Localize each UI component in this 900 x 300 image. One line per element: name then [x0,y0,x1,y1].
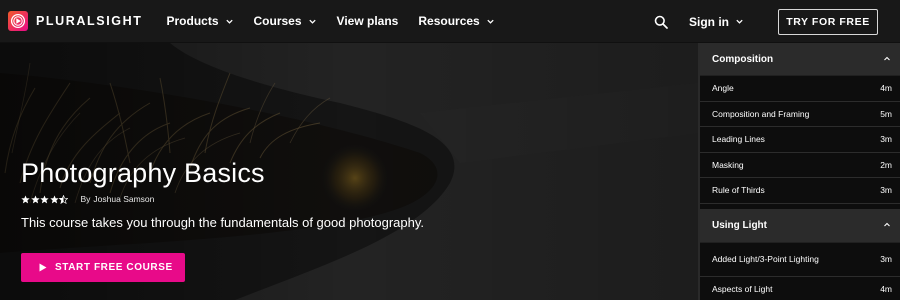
try-for-free-button[interactable]: TRY FOR FREE [778,8,878,35]
pluralsight-logo[interactable]: PLURALSIGHT [8,0,143,43]
section-title: Using Light [712,219,767,231]
clip-title: Angle [712,83,734,94]
course-description: This course takes you through the fundam… [21,215,425,230]
clip-duration: 2m [880,159,892,170]
author-name: Joshua Samson [93,194,155,204]
section-title: Composition [712,53,774,65]
clip-title: Leading Lines [712,134,765,145]
course-author[interactable]: By Joshua Samson [81,194,155,204]
course-meta: By Joshua Samson [21,192,424,206]
clip-duration: 3m [880,254,892,264]
author-prefix: By [80,194,91,204]
nav-item-view-plans[interactable]: View plans [337,6,399,36]
course-info: Photography Basics By Joshua Samson This … [21,157,424,232]
clip-duration: 4m [880,83,892,94]
nav-item-label: Courses [253,14,302,28]
clip-item[interactable]: Leading Lines 3m [700,127,900,153]
star-icon [21,194,30,203]
clip-title: Aspects of Light [712,284,773,294]
course-title: Photography Basics [21,158,265,188]
pluralsight-logo-icon [8,11,28,31]
star-icon [30,194,40,203]
chevron-down-icon [308,19,316,24]
clip-item[interactable]: Composition and Framing 5m [700,101,900,127]
nav-item-products[interactable]: Products [167,6,234,36]
rating-stars [21,194,69,204]
nav-item-label: Products [166,14,219,28]
clip-item[interactable]: Masking 2m [700,152,900,178]
nav-item-label: Resources [418,14,480,28]
star-half-icon [59,194,68,204]
clip-title: Masking [712,159,744,170]
star-icon [40,194,49,203]
search-button[interactable] [651,12,671,32]
clip-item[interactable]: Aspects of Light 4m [700,276,900,300]
chevron-down-icon [487,19,494,24]
nav-item-resources[interactable]: Resources [418,6,494,36]
clip-duration: 3m [880,185,892,196]
brand-name: PLURALSIGHT [36,14,143,28]
nav-links: Products Courses View plans Resources [167,0,515,43]
chevron-down-icon [225,19,233,24]
nav-item-label: View plans [336,14,399,28]
clip-item[interactable]: Added Light/3-Point Lighting 3m [700,242,900,277]
play-icon [39,263,47,272]
chevron-up-icon [884,222,890,227]
search-icon [654,15,668,29]
clip-duration: 4m [880,284,892,294]
sign-in-label: Sign in [689,14,729,29]
clip-title: Added Light/3-Point Lighting [712,254,819,264]
chevron-up-icon [884,56,890,61]
course-contents-sidebar: Composition Angle 4m Composition and Fra… [698,43,900,300]
clip-duration: 3m [880,134,892,145]
section-header-using-light[interactable]: Using Light [700,208,900,243]
start-free-course-button[interactable]: START FREE COURSE [21,253,185,282]
nav-right: Sign in TRY FOR FREE [651,0,878,43]
chevron-down-icon [736,19,743,24]
nav-item-courses[interactable]: Courses [254,6,317,36]
clip-duration: 5m [880,108,892,119]
star-icon [49,194,59,203]
section-header-composition[interactable]: Composition [700,43,900,76]
sign-in-menu[interactable]: Sign in [689,15,744,29]
course-hero: Photography Basics By Joshua Samson This … [0,43,698,300]
clip-item[interactable]: Rule of Thirds 3m [700,178,900,204]
clip-title: Rule of Thirds [712,185,765,196]
clip-title: Composition and Framing [712,108,810,119]
start-free-course-label: START FREE COURSE [55,262,173,273]
top-nav: PLURALSIGHT Products Courses View plans … [0,0,900,43]
clip-item[interactable]: Angle 4m [700,76,900,102]
